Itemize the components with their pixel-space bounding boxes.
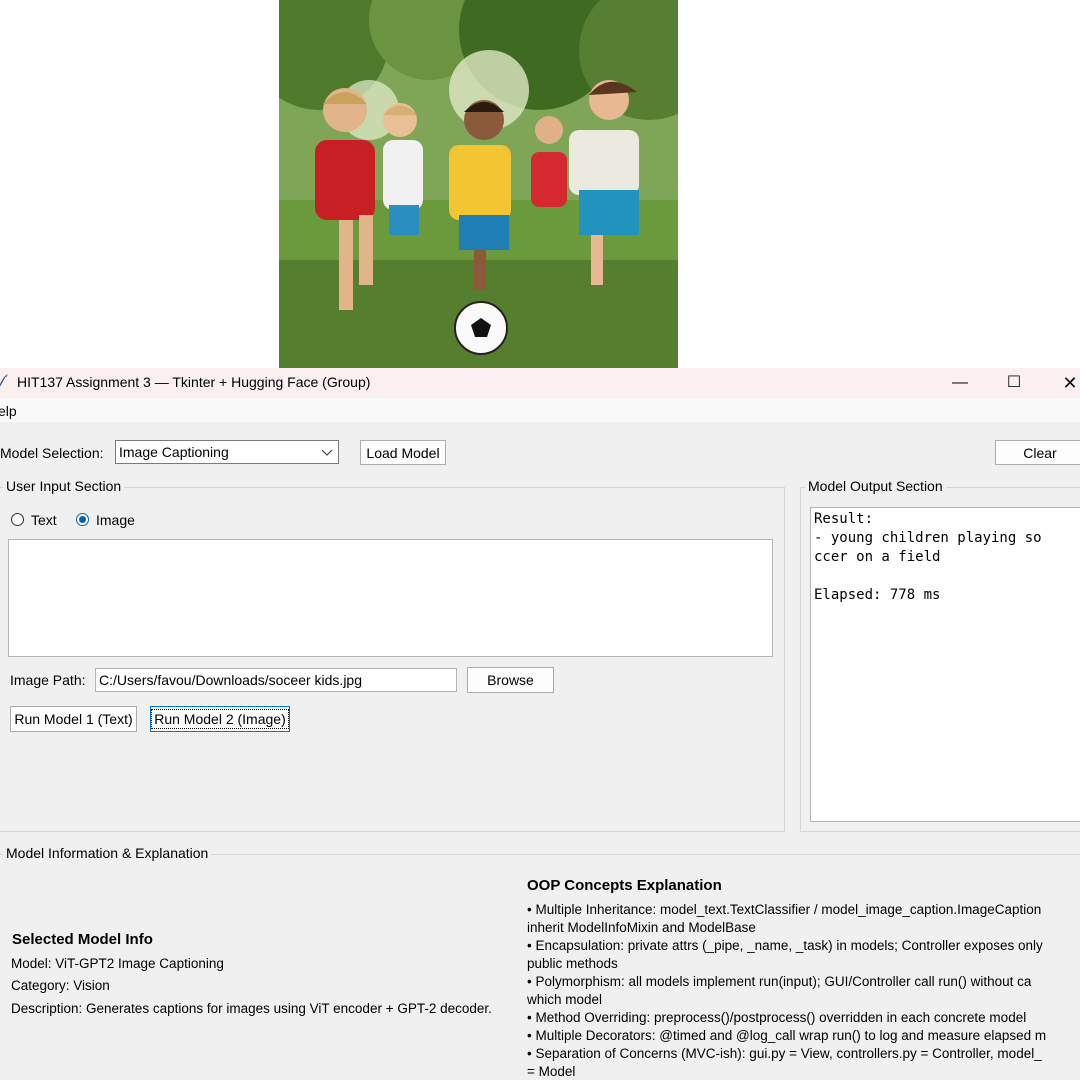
run-model-2-label: Run Model 2 (Image)	[151, 709, 289, 729]
feather-icon	[0, 374, 8, 389]
text-input-area[interactable]	[8, 539, 773, 657]
output-text: Result: - young children playing so ccer…	[814, 511, 1042, 603]
oop-line: • Encapsulation: private attrs (_pipe, _…	[527, 938, 1043, 953]
image-path-label: Image Path:	[10, 672, 86, 688]
close-button[interactable]: ✕	[1047, 368, 1080, 398]
radio-image-label[interactable]: Image	[96, 512, 135, 528]
menu-item-help[interactable]: elp	[0, 403, 17, 419]
browse-button[interactable]: Browse	[467, 667, 554, 693]
window-title: HIT137 Assignment 3 — Tkinter + Hugging …	[17, 374, 371, 390]
output-text-area[interactable]: Result: - young children playing so ccer…	[810, 507, 1080, 822]
oop-line: public methods	[527, 956, 618, 971]
browse-label: Browse	[487, 672, 534, 688]
image-path-input[interactable]: C:/Users/favou/Downloads/soceer kids.jpg	[95, 668, 457, 692]
clear-label: Clear	[1023, 444, 1057, 461]
model-info-section-title: Model Information & Explanation	[3, 845, 212, 861]
oop-line: • Method Overriding: preprocess()/postpr…	[527, 1010, 1027, 1025]
selected-model-heading: Selected Model Info	[12, 931, 153, 948]
load-model-button[interactable]: Load Model	[360, 440, 446, 465]
input-image-preview	[279, 0, 678, 368]
load-model-label: Load Model	[366, 444, 440, 461]
oop-line: • Polymorphism: all models implement run…	[527, 974, 1032, 989]
oop-list: • Multiple Inheritance: model_text.TextC…	[527, 901, 1080, 1080]
oop-line: • Multiple Inheritance: model_text.TextC…	[527, 902, 1042, 917]
title-bar: HIT137 Assignment 3 — Tkinter + Hugging …	[0, 368, 1080, 398]
menu-bar: elp	[0, 398, 1080, 422]
model-select-combobox[interactable]: Image Captioning	[115, 440, 339, 464]
maximize-icon: ☐	[1006, 374, 1022, 391]
oop-line: • Multiple Decorators: @timed and @log_c…	[527, 1028, 1047, 1043]
run-model-1-label: Run Model 1 (Text)	[14, 711, 133, 727]
chevron-down-icon[interactable]	[320, 443, 334, 461]
close-icon: ✕	[1062, 373, 1078, 393]
oop-line: • Separation of Concerns (MVC-ish): gui.…	[527, 1046, 1042, 1061]
minimize-icon: —	[952, 374, 968, 391]
oop-heading: OOP Concepts Explanation	[527, 877, 722, 894]
user-input-section-title: User Input Section	[3, 478, 125, 494]
minimize-button[interactable]: —	[937, 368, 983, 398]
model-output-section-title: Model Output Section	[805, 478, 946, 494]
run-model-2-button[interactable]: Run Model 2 (Image)	[150, 706, 290, 732]
app-window: HIT137 Assignment 3 — Tkinter + Hugging …	[0, 368, 1080, 1080]
run-model-1-button[interactable]: Run Model 1 (Text)	[10, 706, 137, 732]
radio-text[interactable]	[11, 513, 24, 526]
model-select-value: Image Captioning	[119, 444, 229, 460]
image-path-value: C:/Users/favou/Downloads/soceer kids.jpg	[99, 672, 363, 688]
model-selection-label: Model Selection:	[0, 445, 104, 461]
oop-line: which model	[527, 992, 603, 1007]
oop-line: inherit ModelInfoMixin and ModelBase	[527, 920, 756, 935]
radio-image[interactable]	[76, 513, 89, 526]
clear-button[interactable]: Clear	[995, 440, 1080, 465]
selected-model-name: Model: ViT-GPT2 Image Captioning	[11, 956, 224, 971]
oop-line: = Model	[527, 1064, 576, 1079]
selected-model-category: Category: Vision	[11, 978, 110, 993]
maximize-button[interactable]: ☐	[991, 368, 1037, 398]
selected-model-description: Description: Generates captions for imag…	[11, 1001, 492, 1016]
radio-text-label[interactable]: Text	[31, 512, 57, 528]
